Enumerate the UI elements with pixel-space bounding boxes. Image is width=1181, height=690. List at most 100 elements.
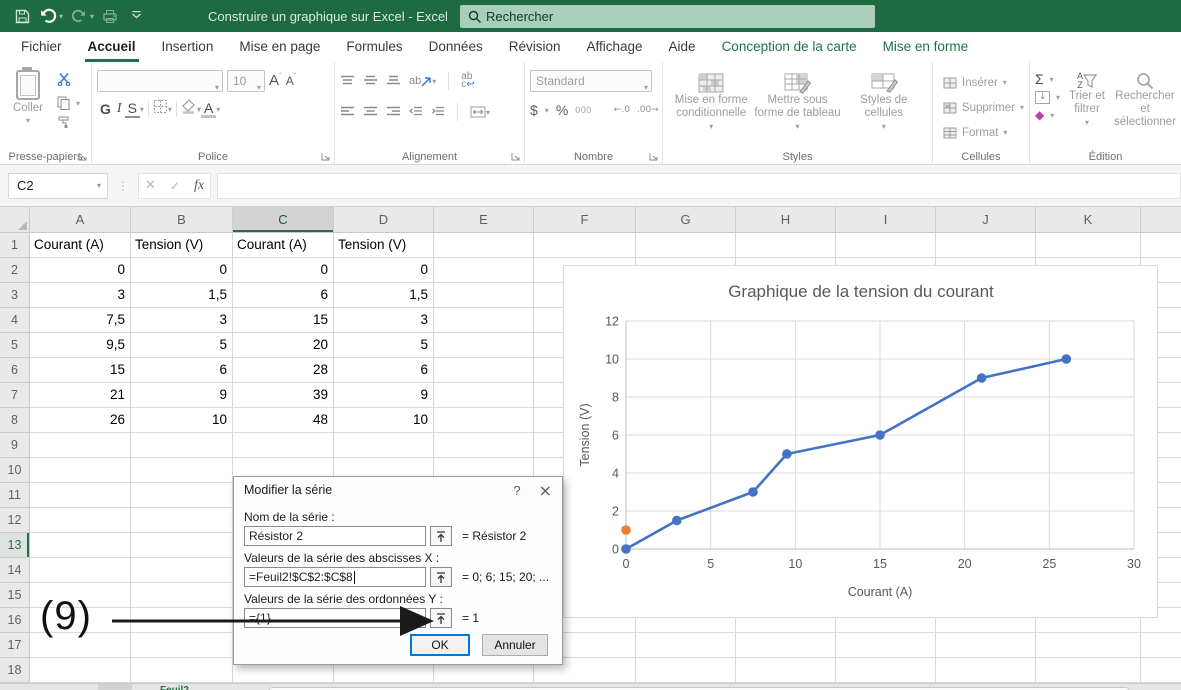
row-header-5[interactable]: 5 [0,333,30,358]
cell-I1[interactable] [836,233,936,258]
quick-access-options-icon[interactable] [124,5,148,27]
decrease-indent-icon[interactable] [409,103,423,121]
cell-E4[interactable] [434,308,534,333]
cell-B1[interactable]: Tension (V) [131,233,233,258]
merge-center-icon[interactable]: ▾ [470,106,490,118]
wrap-text-icon[interactable]: abc↩ [461,73,474,89]
row-header-2[interactable]: 2 [0,258,30,283]
row-header-14[interactable]: 14 [0,558,30,583]
row-header-7[interactable]: 7 [0,383,30,408]
cell-A13[interactable] [30,533,131,558]
cell-B11[interactable] [131,483,233,508]
column-header-partial[interactable] [1141,207,1181,233]
cell-A3[interactable]: 3 [30,283,131,308]
currency-icon[interactable]: $ [530,102,538,118]
help-icon[interactable]: ? [513,483,520,498]
tab-affichage[interactable]: Affichage [573,32,655,62]
cell-B10[interactable] [131,458,233,483]
cell-E3[interactable] [434,283,534,308]
cell-B13[interactable] [131,533,233,558]
row-header-9[interactable]: 9 [0,433,30,458]
orientation-icon[interactable]: ab▾ [409,75,436,87]
insert-cells-button[interactable]: Insérer▾ [943,70,1024,95]
cell-C2[interactable]: 0 [233,258,334,283]
tab-mise-en-page[interactable]: Mise en page [226,32,333,62]
cell-A18[interactable] [30,658,131,683]
cell-E6[interactable] [434,358,534,383]
cell-C3[interactable]: 6 [233,283,334,308]
cell-A7[interactable]: 21 [30,383,131,408]
redo-icon[interactable] [67,5,91,27]
select-all-corner[interactable] [0,207,30,233]
number-dialog-launcher-icon[interactable] [647,150,659,162]
tab-aide[interactable]: Aide [656,32,709,62]
cell-A6[interactable]: 15 [30,358,131,383]
cell-B14[interactable] [131,558,233,583]
chart[interactable]: 024681012051015202530Graphique de la ten… [563,265,1158,618]
cell-H18[interactable] [736,658,836,683]
font-color-caret-icon[interactable]: ▾ [216,105,220,114]
sort-filter-button[interactable]: AZ Trier et filtrer ▾ [1066,70,1108,146]
underline-button[interactable]: S [125,100,140,118]
column-header-I[interactable]: I [836,207,936,233]
column-header-F[interactable]: F [534,207,636,233]
cell-A9[interactable] [30,433,131,458]
collapse-dialog-icon[interactable] [430,526,452,546]
tab-insertion[interactable]: Insertion [149,32,227,62]
save-icon[interactable] [10,5,34,27]
cell-E1[interactable] [434,233,534,258]
cell-styles-button[interactable]: Styles de cellules ▾ [841,70,927,146]
row-header-18[interactable]: 18 [0,658,30,683]
decrease-font-icon[interactable]: Aˇ [286,72,297,90]
paste-button[interactable]: Coller ▾ [5,70,51,146]
cell-I18[interactable] [836,658,936,683]
cell-F1[interactable] [534,233,636,258]
dialog-input-1[interactable]: =Feuil2!$C$2:$C$8 [244,567,426,587]
cell-D9[interactable] [334,433,434,458]
row-header-15[interactable]: 15 [0,583,30,608]
align-top-icon[interactable] [340,72,355,90]
column-header-H[interactable]: H [736,207,836,233]
print-icon[interactable] [98,5,122,27]
cell-L1[interactable] [1141,233,1181,258]
font-name-select[interactable]: ▾ [97,70,223,92]
cell-E7[interactable] [434,383,534,408]
cell-C9[interactable] [233,433,334,458]
dialog-input-0[interactable]: Résistor 2 [244,526,426,546]
cell-B3[interactable]: 1,5 [131,283,233,308]
cell-H17[interactable] [736,633,836,658]
cell-I17[interactable] [836,633,936,658]
cell-E8[interactable] [434,408,534,433]
borders-icon[interactable] [153,99,168,119]
increase-indent-icon[interactable] [431,103,445,121]
cell-A11[interactable] [30,483,131,508]
undo-icon[interactable] [36,5,60,27]
name-box-caret-icon[interactable]: ▾ [97,181,101,190]
row-header-4[interactable]: 4 [0,308,30,333]
cell-B2[interactable]: 0 [131,258,233,283]
align-middle-icon[interactable] [363,72,378,90]
row-header-3[interactable]: 3 [0,283,30,308]
tab-r-vision[interactable]: Révision [496,32,574,62]
cell-A12[interactable] [30,508,131,533]
align-left-icon[interactable] [340,103,355,121]
row-header-1[interactable]: 1 [0,233,30,258]
cell-G17[interactable] [636,633,736,658]
cell-D7[interactable]: 9 [334,383,434,408]
cell-C1[interactable]: Courant (A) [233,233,334,258]
tab-accueil[interactable]: Accueil [75,32,149,62]
tab-formules[interactable]: Formules [333,32,415,62]
decrease-decimal-icon[interactable]: .00→ [637,105,659,115]
cell-B9[interactable] [131,433,233,458]
sheet-tab-feuil2[interactable]: Feuil2 [160,685,189,690]
row-header-11[interactable]: 11 [0,483,30,508]
borders-caret-icon[interactable]: ▾ [168,105,172,114]
collapse-dialog-icon[interactable] [430,567,452,587]
column-header-E[interactable]: E [434,207,534,233]
increase-font-icon[interactable]: Aˆ [269,72,282,90]
delete-cells-button[interactable]: Supprimer▾ [943,95,1024,120]
cell-G1[interactable] [636,233,736,258]
cell-B18[interactable] [131,658,233,683]
column-header-G[interactable]: G [636,207,736,233]
fill-down-icon[interactable]: ↓▾ [1035,91,1060,104]
